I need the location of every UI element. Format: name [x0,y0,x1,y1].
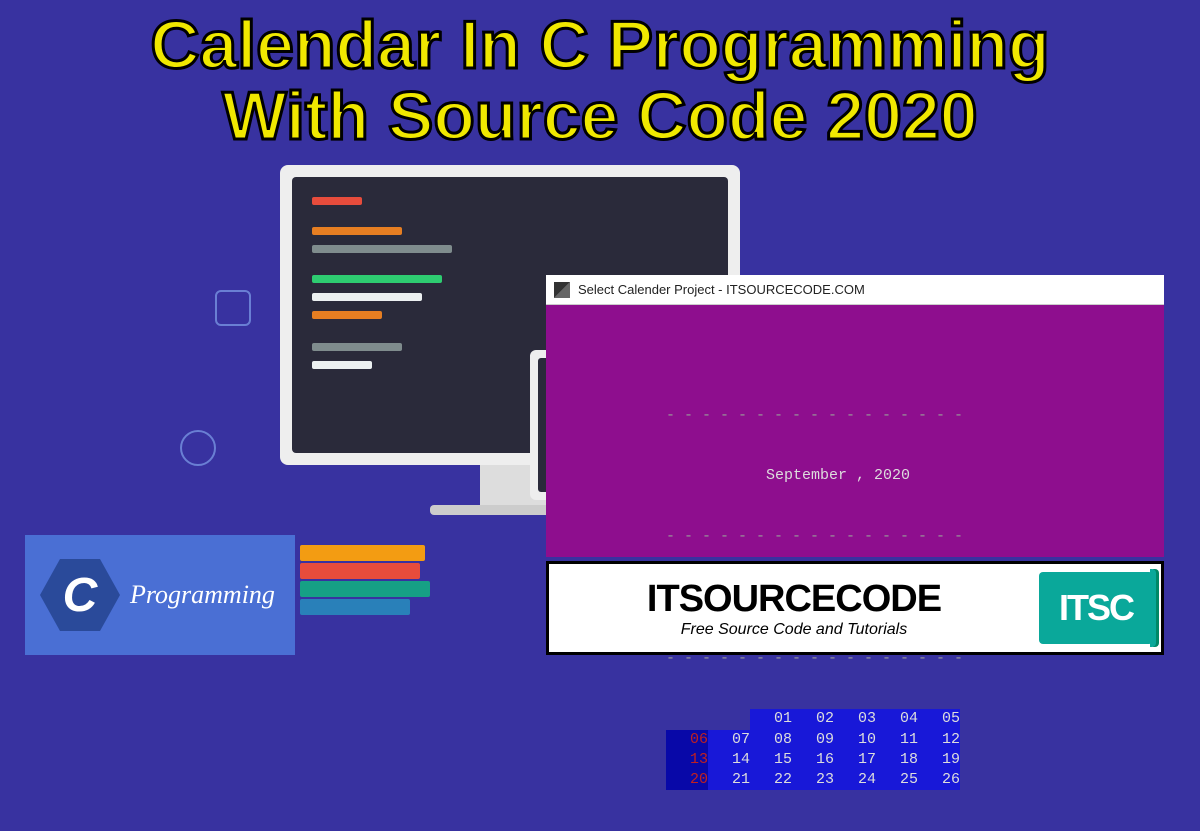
calendar-cell: 10 [834,730,876,750]
console-window: Select Calender Project - ITSOURCECODE.C… [546,275,1164,557]
calendar-cell [666,709,708,729]
book-icon [300,581,430,597]
calendar-cell: 24 [834,770,876,790]
calendar-cell: 04 [876,709,918,729]
code-line-icon [312,275,442,283]
code-line-icon [312,311,382,319]
console-titlebar: Select Calender Project - ITSOURCECODE.C… [546,275,1164,305]
code-line-icon [312,293,422,301]
tag-icon [215,290,251,326]
console-body: - - - - - - - - - - - - - - - - - Septem… [546,305,1164,557]
page-title: Calendar In C Programming With Source Co… [0,10,1200,153]
code-line-icon [312,361,372,369]
calendar-cell [708,709,750,729]
code-line-icon [312,245,452,253]
book-icon [300,563,420,579]
calendar-cell: 21 [708,770,750,790]
book-icon [300,545,425,561]
calendar-separator: - - - - - - - - - - - - - - - - - [666,406,1164,426]
calendar-row: 20212223242526 [666,770,1164,790]
calendar-cell: 23 [792,770,834,790]
calendar-cell: 03 [834,709,876,729]
c-letter: C [63,568,98,623]
calendar-cell: 18 [876,750,918,770]
calendar-cell: 13 [666,750,708,770]
banner-text: ITSOURCECODE Free Source Code and Tutori… [557,578,1031,639]
c-badge-label: Programming [130,580,275,610]
code-line-icon [312,343,402,351]
calendar-cell: 16 [792,750,834,770]
calendar-month: September , 2020 [666,466,1164,486]
chat-icon [180,430,216,466]
calendar-row: 06070809101112 [666,730,1164,750]
books-illustration [300,543,440,615]
calendar-cell: 12 [918,730,960,750]
calendar-grid: 0102030405060708091011121314151617181920… [666,709,1164,790]
title-line-1: Calendar In C Programming [0,10,1200,81]
brand-name: ITSOURCECODE [557,578,1031,621]
calendar-cell: 06 [666,730,708,750]
calendar-cell: 17 [834,750,876,770]
calendar-cell: 15 [750,750,792,770]
c-programming-badge: C Programming [25,535,295,655]
app-icon [554,282,570,298]
calendar-cell: 11 [876,730,918,750]
calendar-cell: 26 [918,770,960,790]
code-line-icon [312,197,362,205]
window-title: Select Calender Project - ITSOURCECODE.C… [578,282,865,297]
calendar-cell: 20 [666,770,708,790]
footer-banner: ITSOURCECODE Free Source Code and Tutori… [546,561,1164,655]
calendar-separator: - - - - - - - - - - - - - - - - - [666,527,1164,547]
calendar-cell: 08 [750,730,792,750]
calendar-cell: 02 [792,709,834,729]
title-line-2: With Source Code 2020 [0,81,1200,152]
calendar-cell: 05 [918,709,960,729]
itsc-badge-text: ITSC [1059,587,1133,629]
code-line-icon [312,227,402,235]
calendar-cell: 25 [876,770,918,790]
book-icon [300,599,410,615]
calendar-cell: 14 [708,750,750,770]
calendar-cell: 22 [750,770,792,790]
itsc-badge: ITSC [1039,572,1153,644]
brand-tagline: Free Source Code and Tutorials [557,621,1031,639]
calendar-cell: 19 [918,750,960,770]
c-logo-icon: C [40,555,120,635]
calendar-cell: 07 [708,730,750,750]
calendar-row: 0102030405 [666,709,1164,729]
calendar-cell: 01 [750,709,792,729]
calendar-cell: 09 [792,730,834,750]
calendar-row: 13141516171819 [666,750,1164,770]
